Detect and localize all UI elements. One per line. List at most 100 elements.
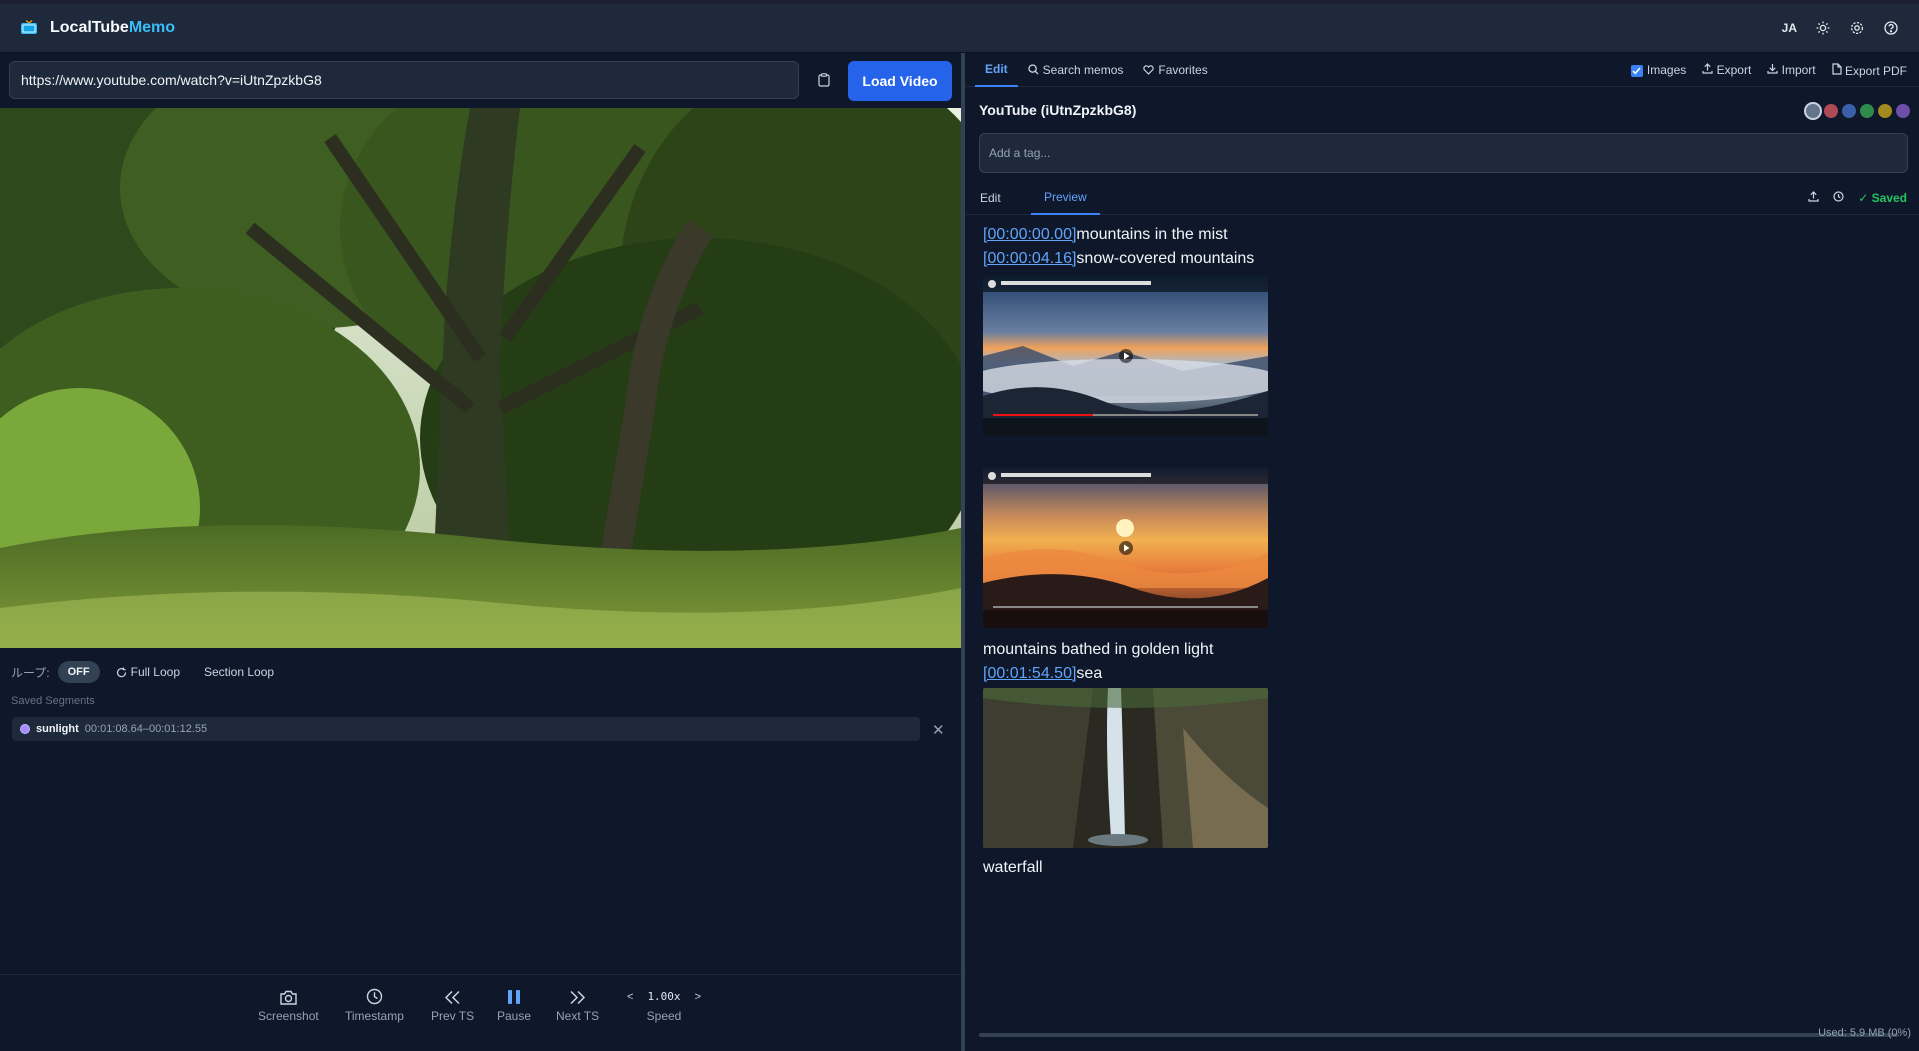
tab-search-memos[interactable]: Search memos: [1018, 53, 1134, 87]
images-label: Images: [1646, 63, 1687, 77]
export-pdf-label: Export PDF: [1844, 63, 1907, 78]
color-swatch-red[interactable]: [1824, 104, 1838, 118]
saved-segments-title: Saved Segments: [11, 695, 95, 707]
section-loop-button[interactable]: Section Loop: [196, 661, 282, 683]
memo-line-text: mountains in the mist: [1076, 226, 1228, 243]
segment-range: 00:01:08.64–00:01:12.55: [84, 723, 208, 735]
import-button[interactable]: Import: [1767, 63, 1816, 77]
prev-ts-label: Prev TS: [431, 1009, 475, 1023]
memo-line-text: snow-covered mountains: [1076, 250, 1255, 267]
export-pdf-button[interactable]: Export PDF: [1832, 62, 1907, 78]
app-title: LocalTubeMemo: [50, 19, 176, 36]
memo-line-text: waterfall: [983, 859, 1043, 876]
segment-color-dot: [21, 725, 29, 733]
memo-preview: [00:00:00.00]mountains in the mist [00:0…: [983, 223, 1903, 880]
waterfall-image: [983, 688, 1268, 848]
segment-row[interactable]: sunlight 00:01:08.64–00:01:12.55: [12, 717, 920, 741]
clipboard-icon[interactable]: [815, 70, 833, 90]
prev-ts-button[interactable]: Prev TS: [431, 975, 474, 1023]
double-chevron-left-icon: [445, 990, 460, 1005]
export-button[interactable]: Export: [1702, 63, 1751, 77]
close-icon[interactable]: ✕: [932, 721, 945, 739]
speed-control: < 1.00x > Speed: [627, 975, 701, 1023]
screenshot-label: Screenshot: [258, 1009, 319, 1023]
color-swatch-green[interactable]: [1860, 104, 1874, 118]
full-loop-label: Full Loop: [130, 665, 180, 679]
history-icon[interactable]: [1833, 191, 1844, 205]
heart-icon: [1143, 64, 1155, 75]
subtab-edit[interactable]: Edit: [980, 181, 1001, 215]
language-toggle[interactable]: JA: [1782, 21, 1797, 35]
app-header: LocalTubeMemo JA: [0, 0, 1919, 53]
pause-label: Pause: [497, 1009, 532, 1023]
loop-off-toggle[interactable]: OFF: [57, 661, 100, 683]
tab-edit[interactable]: Edit: [975, 53, 1018, 87]
clock-icon: [366, 988, 383, 1005]
checkbox-checked-icon: [1630, 64, 1643, 77]
full-loop-button[interactable]: Full Loop: [108, 661, 188, 683]
loop-label: ループ:: [11, 665, 50, 680]
memo-line-text: sea: [1076, 665, 1103, 682]
import-label: Import: [1781, 63, 1816, 77]
images-checkbox[interactable]: Images: [1630, 63, 1687, 77]
screenshot-thumbnail[interactable]: [983, 276, 1268, 436]
share-icon[interactable]: [1808, 191, 1819, 205]
load-video-button[interactable]: Load Video: [848, 61, 952, 101]
misty-mountains-image: [983, 276, 1268, 436]
editor-subtabs: Edit Preview ✓ Saved: [965, 181, 1919, 215]
timestamp-link[interactable]: [00:00:04.16]: [983, 250, 1076, 267]
speed-value: 1.00x: [647, 990, 681, 1003]
memo-line: waterfall: [983, 856, 1903, 880]
next-ts-label: Next TS: [556, 1009, 600, 1023]
video-player[interactable]: [0, 108, 961, 648]
golden-mountains-image: [983, 468, 1268, 628]
player-controls: Screenshot Timestamp Prev TS Pause Next …: [0, 974, 961, 1051]
color-swatch-blue[interactable]: [1842, 104, 1856, 118]
subtab-preview[interactable]: Preview: [1031, 181, 1100, 215]
tv-icon: [20, 20, 38, 36]
screenshot-thumbnail[interactable]: [983, 468, 1268, 628]
app-root: LocalTubeMemo JA https://www.youtube.com…: [0, 0, 1919, 1051]
memo-tabs: Edit Search memos Favorites Images Expor…: [965, 53, 1919, 87]
saved-status: ✓ Saved: [1858, 191, 1907, 205]
tab-favorites[interactable]: Favorites: [1133, 53, 1217, 87]
export-label: Export: [1716, 63, 1752, 77]
color-swatch-purple[interactable]: [1896, 104, 1910, 118]
video-frame-image: [0, 108, 961, 648]
color-swatch-yellow[interactable]: [1878, 104, 1892, 118]
speed-decrease-button[interactable]: <: [627, 991, 633, 1003]
tab-favorites-label: Favorites: [1158, 62, 1208, 77]
pause-icon: [508, 990, 521, 1004]
memo-line: [00:00:00.00]mountains in the mist: [983, 223, 1903, 247]
color-swatch-gray[interactable]: [1806, 104, 1820, 118]
screenshot-button[interactable]: Screenshot: [258, 975, 319, 1023]
repeat-icon: [116, 667, 126, 677]
download-icon: [1767, 64, 1778, 74]
double-chevron-right-icon: [570, 990, 586, 1005]
timestamp-link[interactable]: [00:01:54.50]: [983, 665, 1076, 682]
timestamp-label: Timestamp: [345, 1009, 404, 1023]
memo-panel: Edit Search memos Favorites Images Expor…: [965, 53, 1919, 1051]
document-icon: [1832, 62, 1842, 75]
segment-name: sunlight: [36, 723, 79, 735]
timestamp-button[interactable]: Timestamp: [345, 975, 404, 1023]
screenshot-thumbnail[interactable]: [983, 688, 1268, 848]
tag-input[interactable]: Add a tag...: [979, 133, 1908, 173]
next-ts-button[interactable]: Next TS: [556, 975, 599, 1023]
speed-label: Speed: [646, 1009, 682, 1023]
camera-icon: [280, 990, 297, 1005]
upload-icon: [1702, 63, 1713, 74]
help-icon[interactable]: [1883, 20, 1899, 36]
memo-line: [00:00:04.16]snow-covered mountains: [983, 247, 1903, 271]
speed-increase-button[interactable]: >: [695, 991, 701, 1003]
memo-line: [00:01:54.50]sea: [983, 662, 1903, 686]
storage-usage-text: Used: 5.9 MB (0%): [1818, 1027, 1911, 1039]
storage-bar: [979, 1033, 1899, 1037]
timestamp-link[interactable]: [00:00:00.00]: [983, 226, 1076, 243]
sun-icon[interactable]: [1815, 20, 1831, 36]
url-input[interactable]: https://www.youtube.com/watch?v=iUtnZpzk…: [9, 61, 799, 99]
loop-controls: ループ: OFF Full Loop Section Loop: [11, 660, 282, 684]
pause-button[interactable]: Pause: [497, 975, 531, 1023]
gear-icon[interactable]: [1849, 20, 1865, 36]
memo-line-text: mountains bathed in golden light: [983, 641, 1214, 658]
